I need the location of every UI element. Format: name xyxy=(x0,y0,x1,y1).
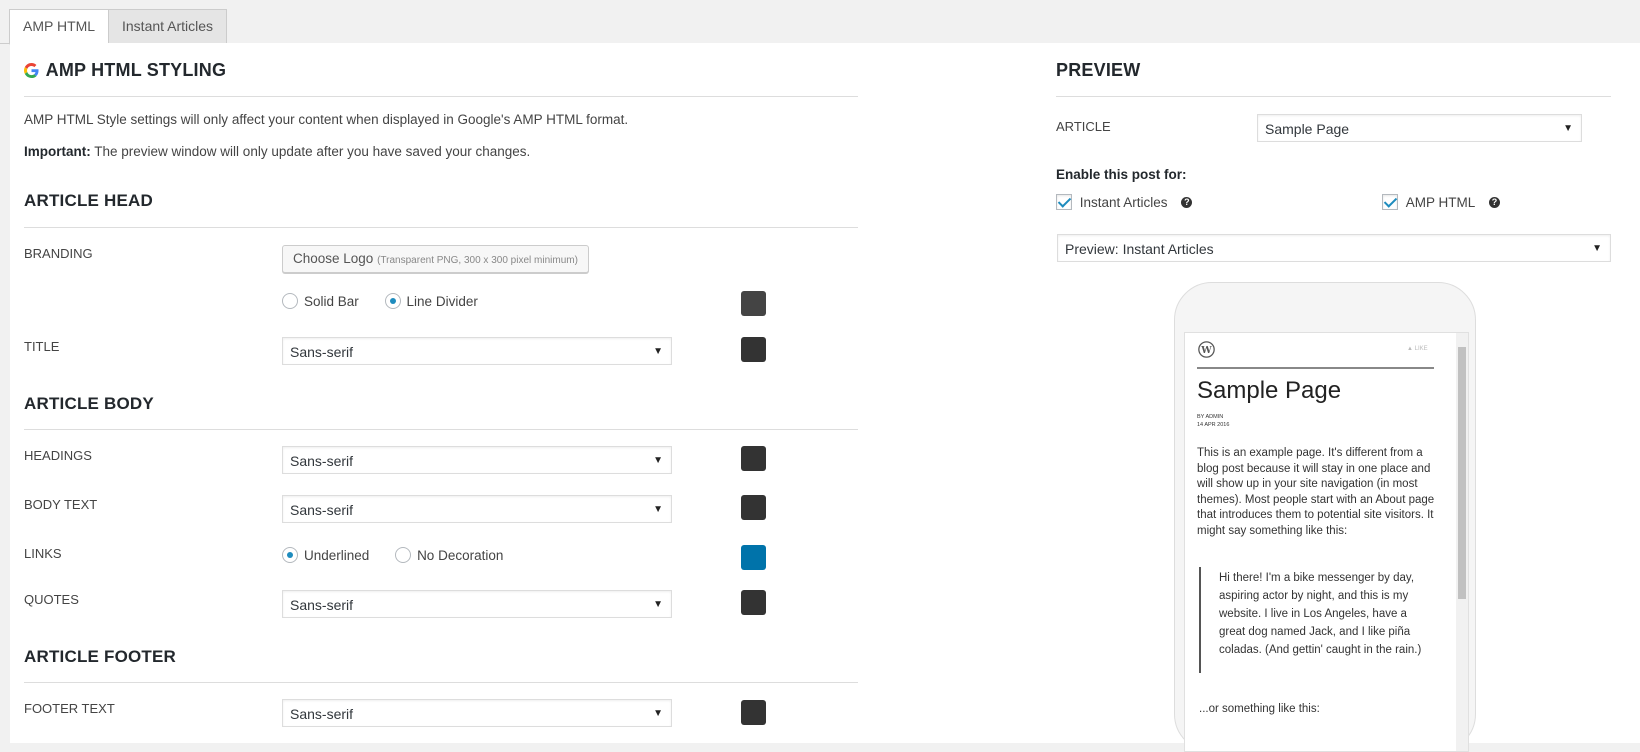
title-label: TITLE xyxy=(24,339,60,354)
quotes-color-swatch[interactable] xyxy=(741,590,766,615)
preview-scrollbar[interactable] xyxy=(1456,333,1468,751)
like-button[interactable]: ▲ LIKE xyxy=(1407,346,1428,352)
enable-instant-articles: Instant Articles ? xyxy=(1056,194,1193,211)
headings-font-value: Sans-serif xyxy=(290,453,354,469)
body-text-font-select[interactable]: Sans-serif ▼ xyxy=(282,495,672,523)
footer-text-font-value: Sans-serif xyxy=(290,706,354,722)
preview-after-text: ...or something like this: xyxy=(1199,703,1320,715)
line-divider xyxy=(1197,367,1434,369)
amp-html-label: AMP HTML xyxy=(1405,194,1476,210)
branding-label: BRANDING xyxy=(24,246,93,261)
thumbs-up-icon: ▲ xyxy=(1407,346,1413,352)
chevron-down-icon: ▼ xyxy=(1592,243,1602,254)
scrollbar-thumb[interactable] xyxy=(1458,347,1466,599)
page-title: AMP HTML STYLING xyxy=(45,60,227,80)
branding-color-swatch[interactable] xyxy=(741,291,766,316)
like-label: LIKE xyxy=(1414,346,1428,352)
preview-mode-value: Preview: Instant Articles xyxy=(1065,241,1214,257)
enable-amp-html: AMP HTML ? xyxy=(1382,194,1501,211)
footer-text-font-select[interactable]: Sans-serif ▼ xyxy=(282,699,672,727)
intro-text: AMP HTML Style settings will only affect… xyxy=(24,112,629,127)
choose-logo-hint: (Transparent PNG, 300 x 300 pixel minimu… xyxy=(377,255,578,266)
solid-bar-radio[interactable] xyxy=(282,293,298,310)
links-color-swatch[interactable] xyxy=(741,545,766,570)
instant-articles-checkbox[interactable] xyxy=(1056,194,1072,211)
wordpress-logo-icon: W xyxy=(1198,341,1215,361)
quotes-label: QUOTES xyxy=(24,592,79,607)
important-text: The preview window will only update afte… xyxy=(90,144,531,159)
quotes-font-value: Sans-serif xyxy=(290,597,354,613)
body-text-color-swatch[interactable] xyxy=(741,495,766,520)
preview-quote: Hi there! I'm a bike messenger by day, a… xyxy=(1219,572,1422,656)
section-article-footer: ARTICLE FOOTER xyxy=(24,647,177,666)
title-font-value: Sans-serif xyxy=(290,344,354,360)
line-divider-label: Line Divider xyxy=(406,293,478,309)
tab-instant-articles[interactable]: Instant Articles xyxy=(108,9,228,44)
chevron-down-icon: ▼ xyxy=(1563,123,1573,134)
preview-heading: PREVIEW xyxy=(1056,60,1141,80)
preview-paragraph: This is an example page. It's different … xyxy=(1197,447,1435,537)
chevron-down-icon: ▼ xyxy=(653,504,663,515)
section-article-body: ARTICLE BODY xyxy=(24,394,154,413)
divider xyxy=(24,429,858,430)
body-text-label: BODY TEXT xyxy=(24,497,98,512)
divider xyxy=(24,682,858,683)
no-decoration-radio[interactable] xyxy=(395,547,412,564)
choose-logo-button[interactable]: Choose Logo (Transparent PNG, 300 x 300 … xyxy=(282,245,589,273)
preview-date: 14 APR 2016 xyxy=(1197,422,1230,428)
instant-articles-label: Instant Articles xyxy=(1079,194,1168,210)
body-text-font-value: Sans-serif xyxy=(290,502,354,518)
amp-styling-heading: AMP HTML STYLING xyxy=(24,60,226,81)
chevron-down-icon: ▼ xyxy=(653,346,663,357)
links-label: LINKS xyxy=(24,546,62,561)
solid-bar-label: Solid Bar xyxy=(304,293,359,309)
headings-color-swatch[interactable] xyxy=(741,446,766,471)
preview-mode-select[interactable]: Preview: Instant Articles ▼ xyxy=(1057,234,1611,262)
footer-text-label: FOOTER TEXT xyxy=(24,701,115,716)
amp-html-checkbox[interactable] xyxy=(1382,194,1398,211)
chevron-down-icon: ▼ xyxy=(653,455,663,466)
svg-text:W: W xyxy=(1200,345,1212,356)
important-label: Important: xyxy=(24,144,91,159)
enable-label: Enable this post for: xyxy=(1056,167,1187,182)
underlined-radio[interactable] xyxy=(282,547,298,564)
footer-text-color-swatch[interactable] xyxy=(741,700,766,725)
article-select-value: Sample Page xyxy=(1265,121,1350,137)
title-font-select[interactable]: Sans-serif ▼ xyxy=(282,337,672,365)
chevron-down-icon: ▼ xyxy=(653,599,663,610)
important-note: Important: The preview window will only … xyxy=(24,144,530,159)
branding-style-radios: Solid Bar Line Divider xyxy=(282,293,500,310)
divider xyxy=(24,227,858,228)
section-article-head: ARTICLE HEAD xyxy=(24,191,153,210)
tab-bar: AMP HTML Instant Articles xyxy=(0,0,1640,45)
quotes-font-select[interactable]: Sans-serif ▼ xyxy=(282,590,672,618)
help-icon[interactable]: ? xyxy=(1181,196,1193,208)
choose-logo-label: Choose Logo xyxy=(293,251,374,266)
phone-preview-screen[interactable]: W ▲ LIKE Sample Page BY ADMIN 14 APR 201… xyxy=(1184,332,1469,752)
google-g-icon xyxy=(24,63,39,78)
article-select[interactable]: Sample Page ▼ xyxy=(1257,114,1582,142)
article-label: ARTICLE xyxy=(1056,119,1111,134)
headings-label: HEADINGS xyxy=(24,448,92,463)
tab-amp-html[interactable]: AMP HTML xyxy=(9,9,110,45)
divider xyxy=(1056,96,1611,97)
preview-page-title: Sample Page xyxy=(1197,377,1342,404)
preview-byline: BY ADMIN xyxy=(1197,414,1224,420)
chevron-down-icon: ▼ xyxy=(653,708,663,719)
help-icon[interactable]: ? xyxy=(1489,196,1501,208)
headings-font-select[interactable]: Sans-serif ▼ xyxy=(282,446,672,474)
quote-bar xyxy=(1199,567,1201,673)
no-decoration-label: No Decoration xyxy=(417,547,504,563)
title-color-swatch[interactable] xyxy=(741,337,766,362)
underlined-label: Underlined xyxy=(304,547,370,563)
line-divider-radio[interactable] xyxy=(384,293,401,310)
divider xyxy=(24,96,858,97)
links-style-radios: Underlined No Decoration xyxy=(282,547,525,564)
